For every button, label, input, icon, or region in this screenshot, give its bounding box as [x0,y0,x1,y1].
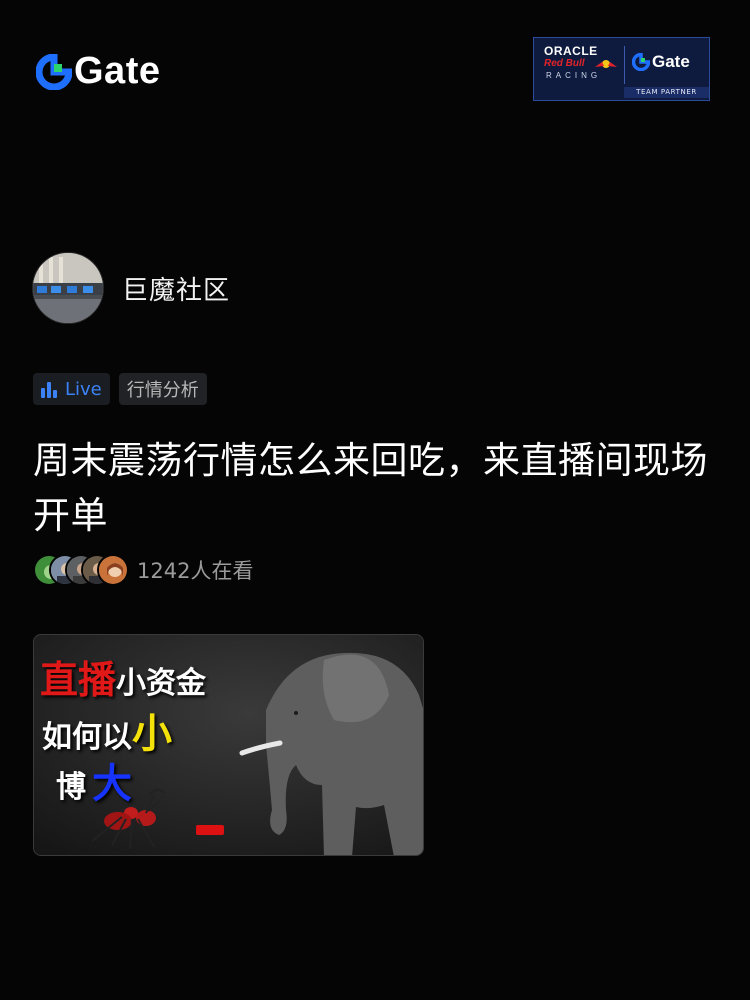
topic-tag-label: 行情分析 [126,380,199,401]
live-tag[interactable]: Live [33,373,110,405]
team-partner-caption: TEAM PARTNER [624,87,709,98]
partner-gate-logo: Gate [632,52,690,72]
viewer-avatar [97,554,129,586]
thumbnail-text-win: 博 [56,770,86,805]
racing-wordmark: RACING [546,71,602,80]
post-title[interactable]: 周末震荡行情怎么来回吃，来直播间现场开单 [33,433,723,543]
thumbnail-live-badge [196,825,224,835]
thumbnail-text-live: 直播 [40,658,117,702]
thumbnail-text-small: 小 [132,711,172,757]
author-row[interactable]: 巨魔社区 [32,252,230,324]
brand-name: Gate [74,50,161,92]
live-tag-label: Live [65,378,102,400]
team-partner-badge: ORACLE Red Bull RACING Gate TEAM PARTNER [533,37,710,101]
avatar[interactable] [32,252,104,324]
redbull-wordmark: Red Bull [544,58,585,69]
partner-divider [624,46,625,84]
live-stream-thumbnail[interactable]: 直播小资金 如何以小 博大 [33,634,424,856]
oracle-wordmark: ORACLE [544,44,598,58]
viewer-count-text: 1242人在看 [137,559,254,583]
tag-list: Live 行情分析 [33,373,207,405]
viewer-avatars [33,554,133,586]
topic-tag[interactable]: 行情分析 [118,373,207,405]
gate-logo-small-icon [632,53,650,71]
gate-logo[interactable]: Gate [36,50,160,93]
gate-logo-icon [36,53,72,90]
thumbnail-text-big: 大 [92,761,132,807]
bulls-icon [595,60,617,68]
live-post-page: Gate ORACLE Red Bull RACING Gate TEAM PA… [0,0,750,1000]
bar-chart-icon [41,382,57,398]
viewer-count: 1242人在看 [33,554,253,586]
author-name[interactable]: 巨魔社区 [122,270,230,307]
thumbnail-text-how: 如何以 [42,720,132,755]
thumbnail-text-small-capital: 小资金 [116,666,207,701]
